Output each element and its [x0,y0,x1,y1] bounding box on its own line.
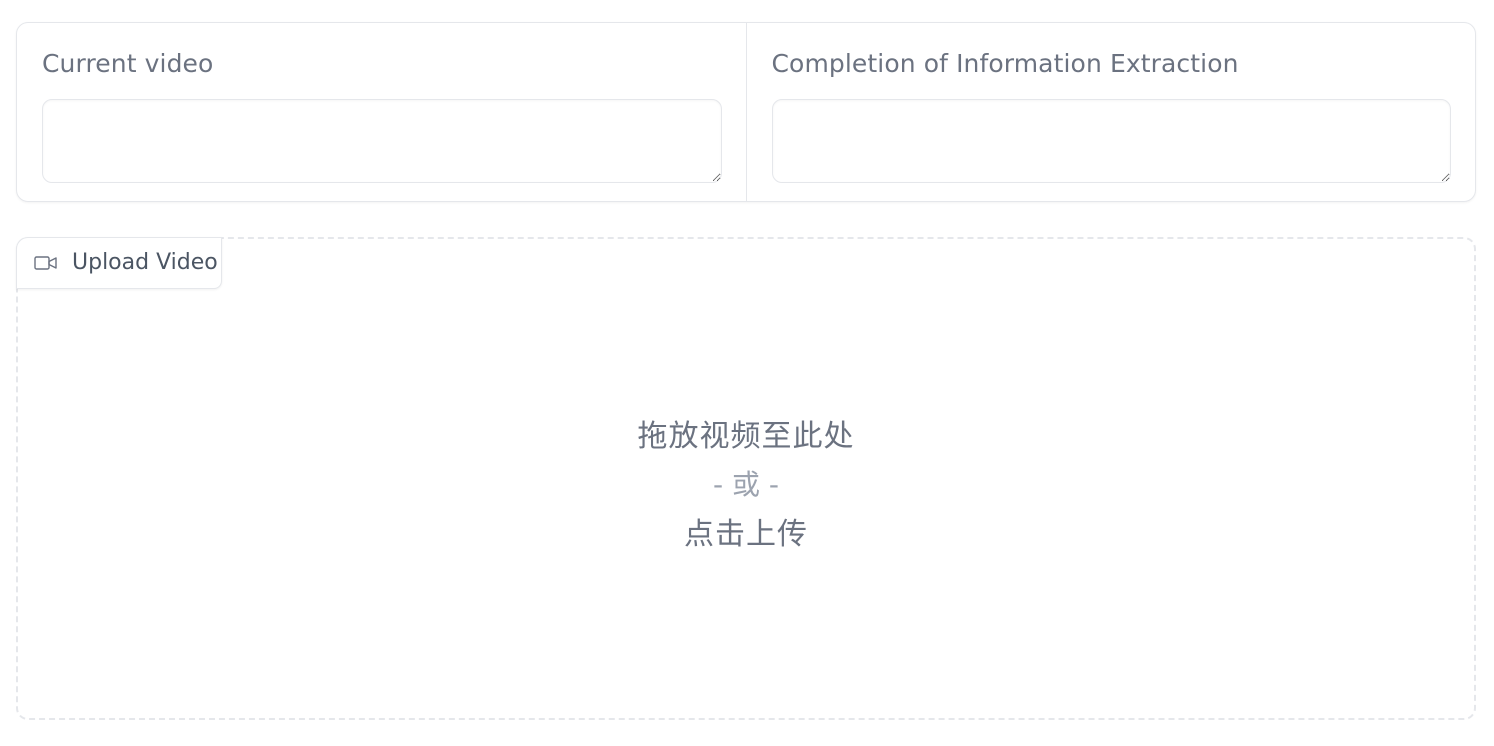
completion-label: Completion of Information Extraction [771,49,1239,78]
video-camera-icon [34,255,58,271]
current-video-field: Current video [17,23,746,201]
drop-video-text: 拖放视频至此处 [637,419,855,454]
current-video-label: Current video [42,49,214,78]
click-to-upload-text: 点击上传 [684,517,808,552]
video-upload-dropzone[interactable]: Upload Video 拖放视频至此处 - 或 - 点击上传 [16,237,1476,720]
upload-video-label: Upload Video [72,250,218,275]
completion-field: Completion of Information Extraction [745,23,1476,201]
info-panel: Current video Completion of Information … [16,22,1476,202]
or-separator: - 或 - [712,468,779,501]
completion-textarea[interactable] [771,99,1451,183]
current-video-textarea[interactable] [42,99,722,183]
upload-video-tab: Upload Video [16,237,222,289]
